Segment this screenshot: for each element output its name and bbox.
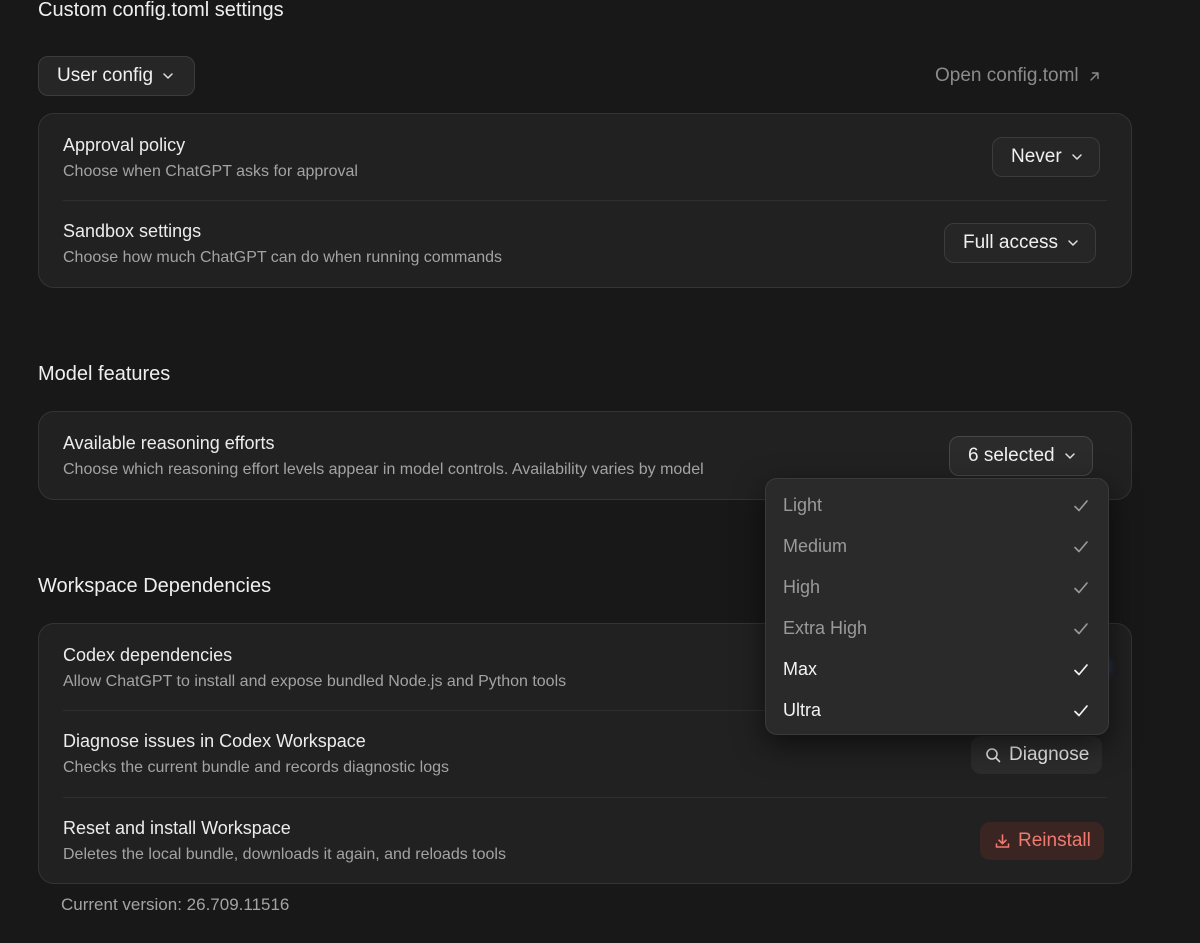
dropdown-item-label: Light	[783, 495, 823, 515]
sandbox-settings-desc: Choose how much ChatGPT can do when runn…	[63, 249, 503, 266]
reset-desc: Deletes the local bundle, downloads it a…	[63, 846, 506, 863]
reset-title: Reset and install Workspace	[63, 818, 291, 838]
diagnose-button-label: Diagnose	[1009, 744, 1090, 765]
dropdown-item-label: Medium	[783, 536, 848, 556]
chevron-down-icon	[1071, 154, 1082, 160]
dropdown-item-label: High	[783, 577, 821, 597]
dropdown-item-high[interactable]: High	[766, 567, 1108, 608]
approval-policy-title: Approval policy	[63, 135, 186, 155]
codex-dependencies-title: Codex dependencies	[63, 645, 233, 665]
config-settings-card: Approval policy Choose when ChatGPT asks…	[38, 113, 1132, 288]
check-icon	[1074, 499, 1088, 511]
reasoning-efforts-title: Available reasoning efforts	[63, 433, 275, 453]
open-config-link[interactable]: Open config.toml	[935, 64, 1101, 88]
dropdown-item-label: Ultra	[783, 700, 822, 720]
config-scope-select[interactable]: User config	[38, 56, 196, 96]
config-section-title: Custom config.toml settings	[38, 0, 284, 21]
approval-policy-select[interactable]: Never	[992, 137, 1100, 177]
sandbox-settings-value: Full access	[963, 232, 1059, 253]
check-icon	[1074, 663, 1088, 675]
check-icon	[1074, 704, 1088, 716]
codex-dependencies-desc: Allow ChatGPT to install and expose bund…	[63, 673, 567, 690]
dropdown-item-extra-high[interactable]: Extra High	[766, 608, 1108, 649]
check-icon	[1074, 581, 1088, 593]
reinstall-button-label: Reinstall	[1018, 830, 1091, 851]
dropdown-item-label: Max	[783, 659, 818, 679]
external-link-icon	[1089, 71, 1099, 81]
dropdown-item-medium[interactable]: Medium	[766, 526, 1108, 567]
workspace-section-title: Workspace Dependencies	[38, 575, 272, 597]
check-icon	[1074, 540, 1088, 552]
diagnose-button[interactable]: Diagnose	[971, 736, 1103, 774]
open-config-label: Open config.toml	[935, 65, 1079, 86]
dropdown-item-max[interactable]: Max	[766, 649, 1108, 690]
dropdown-item-label: Extra High	[783, 618, 868, 638]
diagnose-desc: Checks the current bundle and records di…	[63, 759, 449, 776]
reasoning-efforts-desc: Choose which reasoning effort levels app…	[63, 461, 704, 478]
reasoning-efforts-select[interactable]: 6 selected	[949, 436, 1093, 476]
chevron-down-icon	[163, 73, 173, 79]
reset-row: Reset and install Workspace Deletes the …	[63, 798, 1107, 884]
check-icon	[1074, 622, 1088, 634]
chevron-down-icon	[1064, 453, 1075, 459]
approval-policy-row: Approval policy Choose when ChatGPT asks…	[63, 114, 1107, 200]
dropdown-item-ultra[interactable]: Ultra	[766, 690, 1108, 731]
approval-policy-value: Never	[1011, 146, 1062, 167]
reinstall-button[interactable]: Reinstall	[980, 822, 1104, 860]
model-section-title: Model features	[38, 363, 171, 385]
diagnose-title: Diagnose issues in Codex Workspace	[63, 731, 366, 751]
search-icon	[986, 747, 1001, 762]
reasoning-efforts-dropdown: Light Medium High Extra High Max Ultra	[765, 478, 1109, 735]
sandbox-settings-select[interactable]: Full access	[944, 223, 1097, 263]
reasoning-efforts-value: 6 selected	[968, 445, 1055, 466]
sandbox-settings-title: Sandbox settings	[63, 221, 202, 241]
approval-policy-desc: Choose when ChatGPT asks for approval	[63, 163, 358, 180]
config-scope-label: User config	[57, 65, 154, 86]
current-version: Current version: 26.709.11516	[61, 895, 290, 914]
download-icon	[995, 833, 1010, 848]
chevron-down-icon	[1068, 240, 1078, 246]
dropdown-item-light[interactable]: Light	[766, 485, 1108, 526]
